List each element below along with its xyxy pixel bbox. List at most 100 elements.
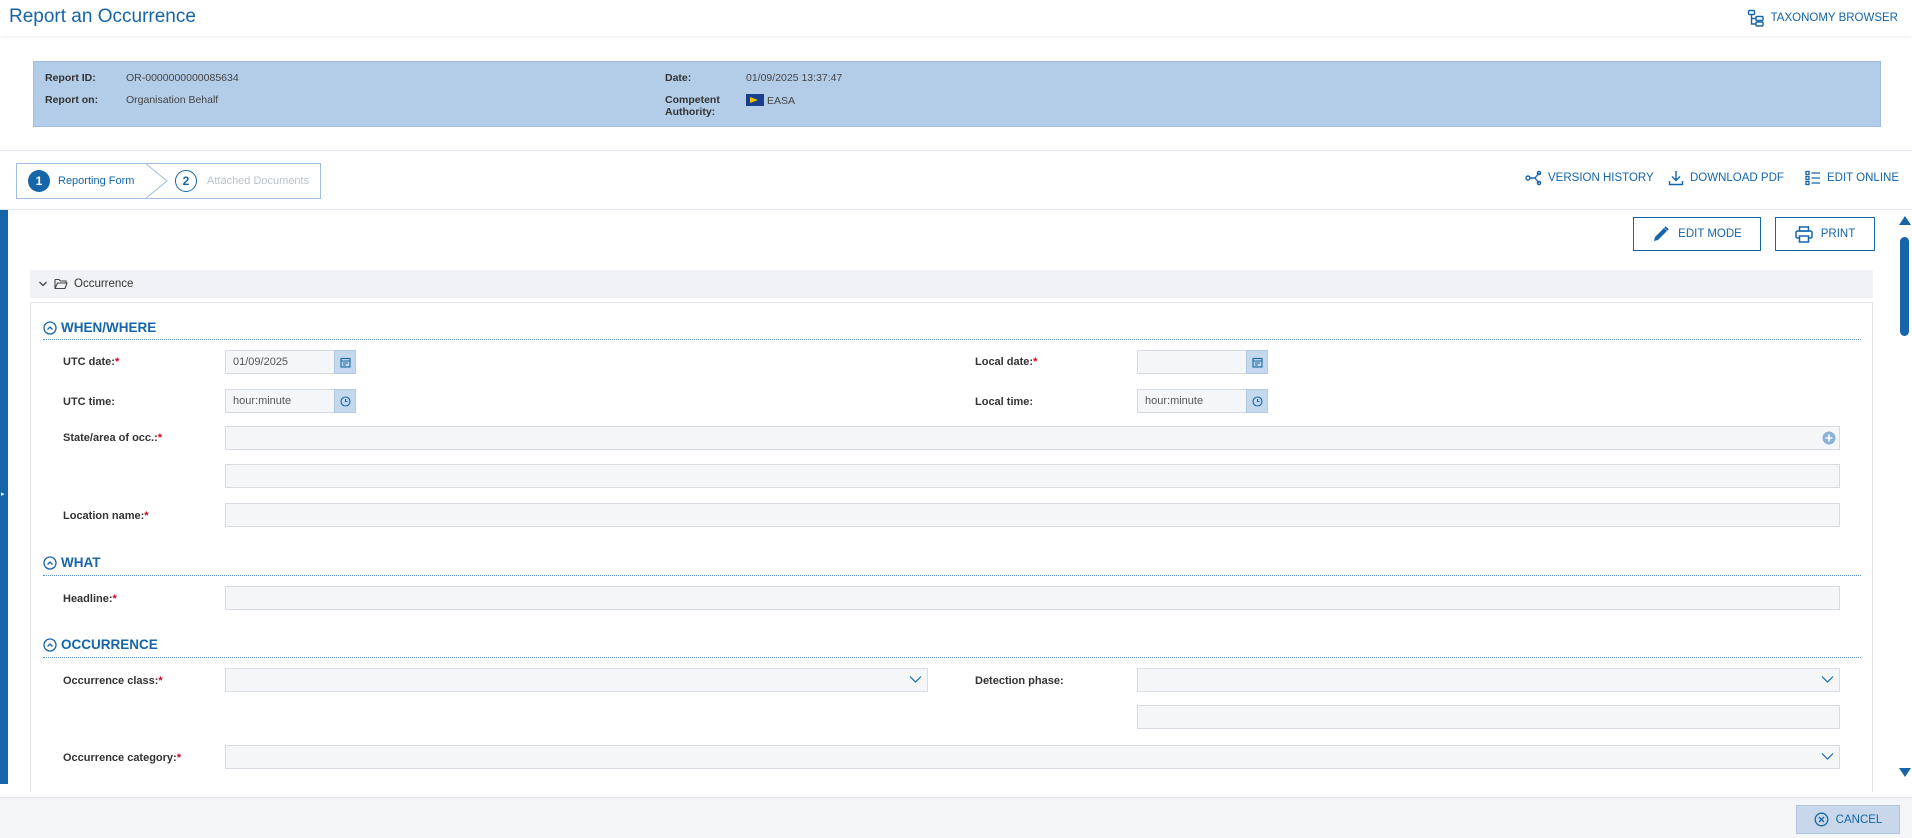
occurrence-panel-title: Occurrence bbox=[74, 278, 134, 290]
section-occurrence[interactable]: OCCURRENCE bbox=[43, 637, 158, 652]
step-label: Attached Documents bbox=[207, 175, 310, 187]
step-reporting-form[interactable]: 1 Reporting Form bbox=[17, 164, 152, 198]
download-icon bbox=[1668, 171, 1684, 186]
bottom-bar bbox=[0, 797, 1912, 838]
local-date-label: Local date:* bbox=[975, 356, 1038, 368]
date-label: Date: bbox=[665, 72, 692, 84]
close-circle-icon bbox=[1814, 812, 1829, 827]
print-label: PRINT bbox=[1820, 228, 1856, 240]
taxonomy-browser-button[interactable]: TAXONOMY BROWSER bbox=[1747, 9, 1898, 27]
add-state-button[interactable] bbox=[1822, 431, 1836, 450]
cancel-button[interactable]: CANCEL bbox=[1796, 805, 1900, 834]
report-on-label: Report on: bbox=[45, 94, 99, 106]
local-date-input[interactable] bbox=[1137, 350, 1247, 374]
local-time-picker-button[interactable] bbox=[1246, 389, 1268, 413]
section-title: WHEN/WHERE bbox=[61, 320, 157, 335]
local-time-label: Local time: bbox=[975, 396, 1034, 408]
report-info-banner bbox=[33, 61, 1881, 127]
headline-label: Headline:* bbox=[63, 593, 117, 605]
detection-phase-label: Detection phase: bbox=[975, 675, 1064, 687]
step-label: Reporting Form bbox=[58, 175, 135, 187]
version-history-icon bbox=[1525, 170, 1542, 186]
step-chevron-icon bbox=[145, 163, 168, 199]
utc-time-label: UTC time: bbox=[63, 396, 115, 408]
version-history-label: VERSION HISTORY bbox=[1548, 172, 1654, 184]
plus-circle-icon bbox=[1822, 431, 1836, 445]
detection-phase-detail-input[interactable] bbox=[1137, 705, 1840, 729]
chevron-down-icon bbox=[1821, 676, 1834, 683]
download-pdf-label: DOWNLOAD PDF bbox=[1690, 172, 1784, 184]
print-button[interactable]: PRINT bbox=[1775, 217, 1875, 251]
edit-online-button[interactable]: EDIT ONLINE bbox=[1805, 170, 1899, 186]
occurrence-panel-header[interactable]: Occurrence bbox=[30, 270, 1873, 298]
report-on-value: Organisation Behalf bbox=[126, 94, 219, 106]
date-value: 01/09/2025 13:37:47 bbox=[746, 72, 843, 84]
headline-input[interactable] bbox=[225, 586, 1840, 610]
occurrence-category-select[interactable] bbox=[225, 745, 1840, 769]
utc-time-picker-button[interactable] bbox=[334, 389, 356, 413]
section-divider bbox=[43, 657, 1861, 658]
collapse-up-icon bbox=[43, 637, 57, 652]
utc-date-input[interactable]: 01/09/2025 bbox=[225, 350, 335, 374]
page-title: Report an Occurrence bbox=[9, 6, 196, 27]
divider bbox=[0, 209, 1912, 210]
authority-name: EASA bbox=[767, 95, 796, 107]
top-bar bbox=[0, 0, 1912, 36]
section-divider bbox=[43, 339, 1861, 340]
scroll-down-icon[interactable] bbox=[1899, 768, 1911, 777]
authority-label-line2: Authority: bbox=[665, 106, 716, 118]
detection-phase-select[interactable] bbox=[1137, 668, 1840, 692]
occurrence-class-label: Occurrence class:* bbox=[63, 675, 163, 687]
chevron-down-icon bbox=[1821, 753, 1834, 760]
local-date-picker-button[interactable] bbox=[1246, 350, 1268, 374]
taxonomy-tree-icon bbox=[1747, 9, 1764, 27]
checklist-icon bbox=[1805, 170, 1820, 186]
report-id-label: Report ID: bbox=[45, 72, 96, 84]
local-time-input[interactable]: hour:minute bbox=[1137, 389, 1247, 413]
edit-mode-button[interactable]: EDIT MODE bbox=[1633, 217, 1761, 251]
download-pdf-button[interactable]: DOWNLOAD PDF bbox=[1668, 170, 1784, 186]
state-area-detail-input[interactable] bbox=[225, 464, 1840, 488]
form-stepper: 1 Reporting Form 2 Attached Documents bbox=[16, 163, 321, 199]
state-area-label: State/area of occ.:* bbox=[63, 432, 163, 444]
edit-mode-label: EDIT MODE bbox=[1678, 228, 1742, 240]
chevron-down-icon bbox=[39, 281, 47, 287]
section-what[interactable]: WHAT bbox=[43, 555, 101, 570]
section-when-where[interactable]: WHEN/WHERE bbox=[43, 320, 156, 335]
location-name-input[interactable] bbox=[225, 503, 1840, 527]
location-name-label: Location name:* bbox=[63, 510, 149, 522]
collapse-up-icon bbox=[43, 555, 57, 570]
printer-icon bbox=[1795, 225, 1813, 243]
divider bbox=[0, 150, 1912, 151]
taxonomy-browser-label: TAXONOMY BROWSER bbox=[1770, 12, 1898, 24]
authority-value: EASA bbox=[746, 94, 795, 107]
folder-open-icon bbox=[54, 278, 68, 290]
pencil-icon bbox=[1654, 226, 1669, 241]
step-attached-documents[interactable]: 2 Attached Documents bbox=[175, 164, 309, 198]
utc-date-label: UTC date:* bbox=[63, 356, 120, 368]
cancel-label: CANCEL bbox=[1835, 813, 1883, 826]
step-number: 1 bbox=[28, 170, 50, 192]
expand-arrow-icon: ▸ bbox=[1, 491, 5, 498]
clock-icon bbox=[339, 395, 351, 407]
clock-icon bbox=[1251, 395, 1263, 407]
state-area-input[interactable] bbox=[225, 426, 1840, 450]
scroll-up-icon[interactable] bbox=[1899, 216, 1911, 225]
version-history-button[interactable]: VERSION HISTORY bbox=[1525, 170, 1654, 186]
occurrence-class-select[interactable] bbox=[225, 668, 928, 692]
authority-label-line1: Competent bbox=[665, 94, 720, 106]
occurrence-category-label: Occurrence category:* bbox=[63, 752, 181, 764]
section-title: OCCURRENCE bbox=[61, 637, 158, 652]
section-title: WHAT bbox=[61, 555, 101, 570]
step-number: 2 bbox=[175, 170, 197, 192]
scrollbar-thumb[interactable] bbox=[1900, 237, 1909, 336]
utc-date-picker-button[interactable] bbox=[334, 350, 356, 374]
calendar-icon bbox=[339, 357, 351, 368]
section-divider bbox=[43, 575, 1861, 576]
eu-flag-icon bbox=[746, 94, 764, 106]
calendar-icon bbox=[1251, 357, 1263, 368]
utc-time-input[interactable]: hour:minute bbox=[225, 389, 335, 413]
edit-online-label: EDIT ONLINE bbox=[1827, 172, 1899, 184]
chevron-down-icon bbox=[909, 676, 922, 683]
report-id-value: OR-0000000000085634 bbox=[126, 72, 239, 84]
